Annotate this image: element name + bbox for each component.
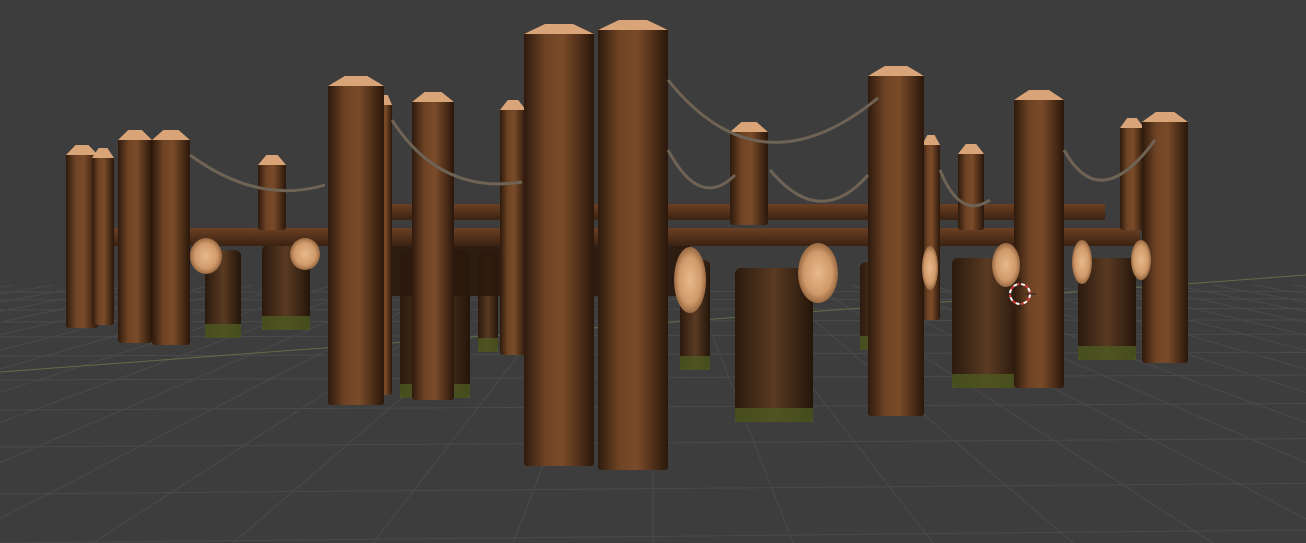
dock-model[interactable] (66, 20, 1188, 470)
moss (952, 374, 1022, 388)
moss (478, 338, 498, 352)
wooden-post (152, 138, 190, 345)
log-end (992, 243, 1020, 287)
post-cap (1120, 118, 1144, 128)
wooden-post (958, 152, 984, 230)
log-end (674, 247, 706, 313)
post-cap (500, 100, 526, 110)
post-cap (412, 92, 454, 102)
wooden-post (258, 163, 286, 230)
post-cap (868, 66, 924, 76)
post-cap (922, 135, 940, 145)
rope (189, 153, 326, 193)
wooden-post (524, 32, 594, 466)
moss (262, 316, 310, 330)
post-cap (1142, 112, 1188, 122)
wooden-post (328, 84, 384, 405)
rope (666, 79, 879, 144)
rope (768, 169, 870, 203)
post-cap (328, 76, 384, 86)
log-end (1131, 240, 1151, 280)
moss (680, 356, 710, 370)
post-cap (258, 155, 286, 165)
dock-scene[interactable] (0, 0, 1306, 543)
post-cap (152, 130, 190, 140)
moss (735, 408, 813, 422)
post-cap (1014, 90, 1064, 100)
moss (205, 324, 241, 338)
log-end (922, 246, 938, 290)
post-cap (118, 130, 152, 140)
wooden-post (1142, 120, 1188, 363)
post-cap (958, 144, 984, 154)
grid-line (1292, 284, 1306, 288)
wooden-post (598, 28, 668, 470)
support-stump (735, 268, 813, 422)
post-cap (598, 20, 668, 30)
log-end (190, 238, 222, 274)
post-cap (524, 24, 594, 34)
post-cap (730, 122, 768, 132)
wooden-post (1120, 126, 1144, 230)
wooden-post (868, 74, 924, 416)
wooden-post (412, 100, 454, 400)
wooden-post (500, 108, 526, 355)
wooden-post (118, 138, 152, 343)
post-cap (92, 148, 114, 158)
grid-line (0, 284, 54, 295)
wooden-post (730, 130, 768, 225)
wooden-post (92, 156, 114, 325)
grid-line (0, 284, 14, 288)
wooden-post (1014, 98, 1064, 388)
grid-line (1252, 284, 1306, 295)
log-end (1072, 240, 1092, 284)
post-cap (66, 145, 98, 155)
moss (1078, 346, 1136, 360)
3d-viewport[interactable] (0, 0, 1306, 543)
log-end (798, 243, 838, 303)
rope (666, 149, 737, 190)
wooden-post (922, 143, 940, 320)
log-end (290, 238, 320, 270)
